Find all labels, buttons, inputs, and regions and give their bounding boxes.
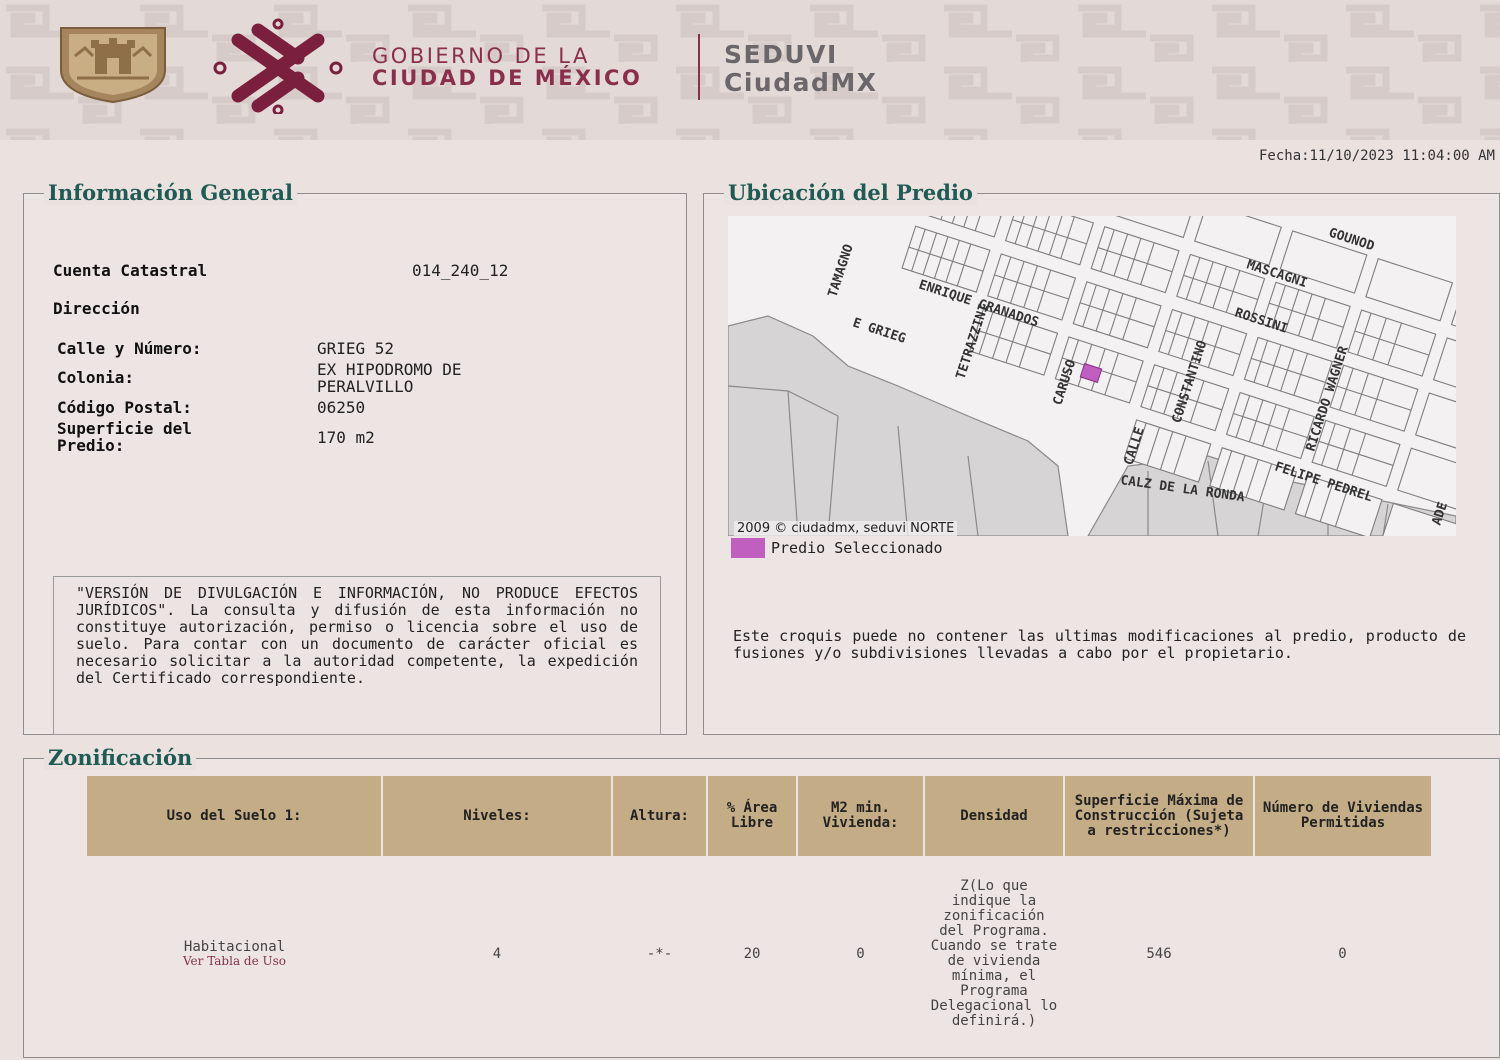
col-uso-suelo: Uso del Suelo 1:: [87, 776, 383, 856]
colonia-value-line2: PERALVILLO: [317, 377, 414, 396]
app-name-line2: CiudadMX: [724, 68, 878, 97]
col-num-viviendas: Número de Viviendas Permitidas: [1254, 776, 1431, 856]
col-area-libre: % Área Libre: [707, 776, 798, 856]
cell-uso-suelo: Habitacional Ver Tabla de Uso: [87, 856, 382, 1052]
calle-label: Calle y Número:: [57, 339, 202, 358]
codigo-postal-label: Código Postal:: [57, 398, 192, 417]
cell-niveles: 4: [492, 945, 502, 962]
zoning-title: Zonificación: [44, 745, 197, 770]
map-legend-label: Predio Seleccionado: [771, 539, 943, 557]
parcel-map-drawing: GOUNOD MASCAGNI TAMAGNO ENRIQUE GRANADOS…: [728, 216, 1456, 536]
cell-altura: -*-: [646, 945, 673, 962]
col-densidad: Densidad: [924, 776, 1065, 856]
table-row: Habitacional Ver Tabla de Uso 4 -*- 20 0…: [87, 856, 1431, 1052]
cell-num-viviendas: 0: [1338, 945, 1347, 962]
ver-tabla-uso-link[interactable]: Ver Tabla de Uso: [90, 955, 379, 968]
cell-m2-min: 0: [856, 945, 865, 962]
location-panel: Ubicación del Predio GOUNOD MASCAGNI TAM…: [703, 180, 1500, 735]
codigo-postal-value: 06250: [317, 398, 366, 417]
selected-parcel-swatch: [731, 538, 765, 558]
coat-of-arms-icon: [60, 27, 166, 104]
map-copyright: 2009 © ciudadmx, seduvi NORTE: [734, 521, 958, 536]
report-date: Fecha:11/10/2023 11:04:00 AM: [1258, 148, 1495, 164]
cell-densidad: Z(Lo que indique la zonificación del Pro…: [930, 878, 1058, 1029]
cdmx-knot-logo-icon: [213, 18, 343, 114]
colonia-label: Colonia:: [57, 368, 135, 387]
superficie-label-line1: Superficie del: [57, 419, 192, 438]
cell-area-libre: 20: [743, 945, 761, 962]
parcel-map[interactable]: GOUNOD MASCAGNI TAMAGNO ENRIQUE GRANADOS…: [728, 216, 1456, 536]
cuenta-catastral-value: 014_240_12: [412, 261, 509, 280]
superficie-value: 170 m2: [317, 428, 375, 447]
direccion-label: Dirección: [53, 299, 140, 318]
cuenta-catastral-label: Cuenta Catastral: [53, 261, 208, 280]
app-name-line1: SEDUVI: [724, 40, 838, 69]
colonia-value-line1: EX HIPODROMO DE: [317, 360, 462, 379]
government-name-line2: CIUDAD DE MÉXICO: [372, 66, 643, 90]
zoning-table: Uso del Suelo 1: Niveles: Altura: % Área…: [87, 776, 1431, 1052]
calle-value: GRIEG 52: [317, 339, 395, 358]
header-divider: [698, 34, 700, 100]
general-info-panel: Información General Cuenta Catastral 014…: [23, 180, 687, 735]
legal-disclaimer: "VERSIÓN DE DIVULGACIÓN E INFORMACIÓN, N…: [53, 576, 661, 735]
uso-value: Habitacional: [183, 939, 286, 955]
zoning-panel: Zonificación Uso del Suelo 1: Niveles: A…: [23, 745, 1500, 1058]
map-legend: Predio Seleccionado: [731, 538, 943, 558]
col-m2-min: M2 min. Vivienda:: [797, 776, 925, 856]
col-niveles: Niveles:: [382, 776, 613, 856]
col-superficie-max: Superficie Máxima de Construcción (Sujet…: [1064, 776, 1255, 856]
general-info-title: Información General: [44, 180, 297, 205]
government-name-line1: GOBIERNO DE LA: [372, 44, 590, 68]
superficie-label-line2: Predio:: [57, 436, 125, 455]
col-altura: Altura:: [612, 776, 708, 856]
cell-superficie-max: 546: [1146, 945, 1172, 962]
map-note: Este croquis puede no contener las ultim…: [733, 627, 1466, 662]
site-header: GOBIERNO DE LA CIUDAD DE MÉXICO SEDUVI C…: [0, 0, 1500, 140]
zoning-header-row: Uso del Suelo 1: Niveles: Altura: % Área…: [87, 776, 1431, 856]
location-title: Ubicación del Predio: [724, 180, 977, 205]
